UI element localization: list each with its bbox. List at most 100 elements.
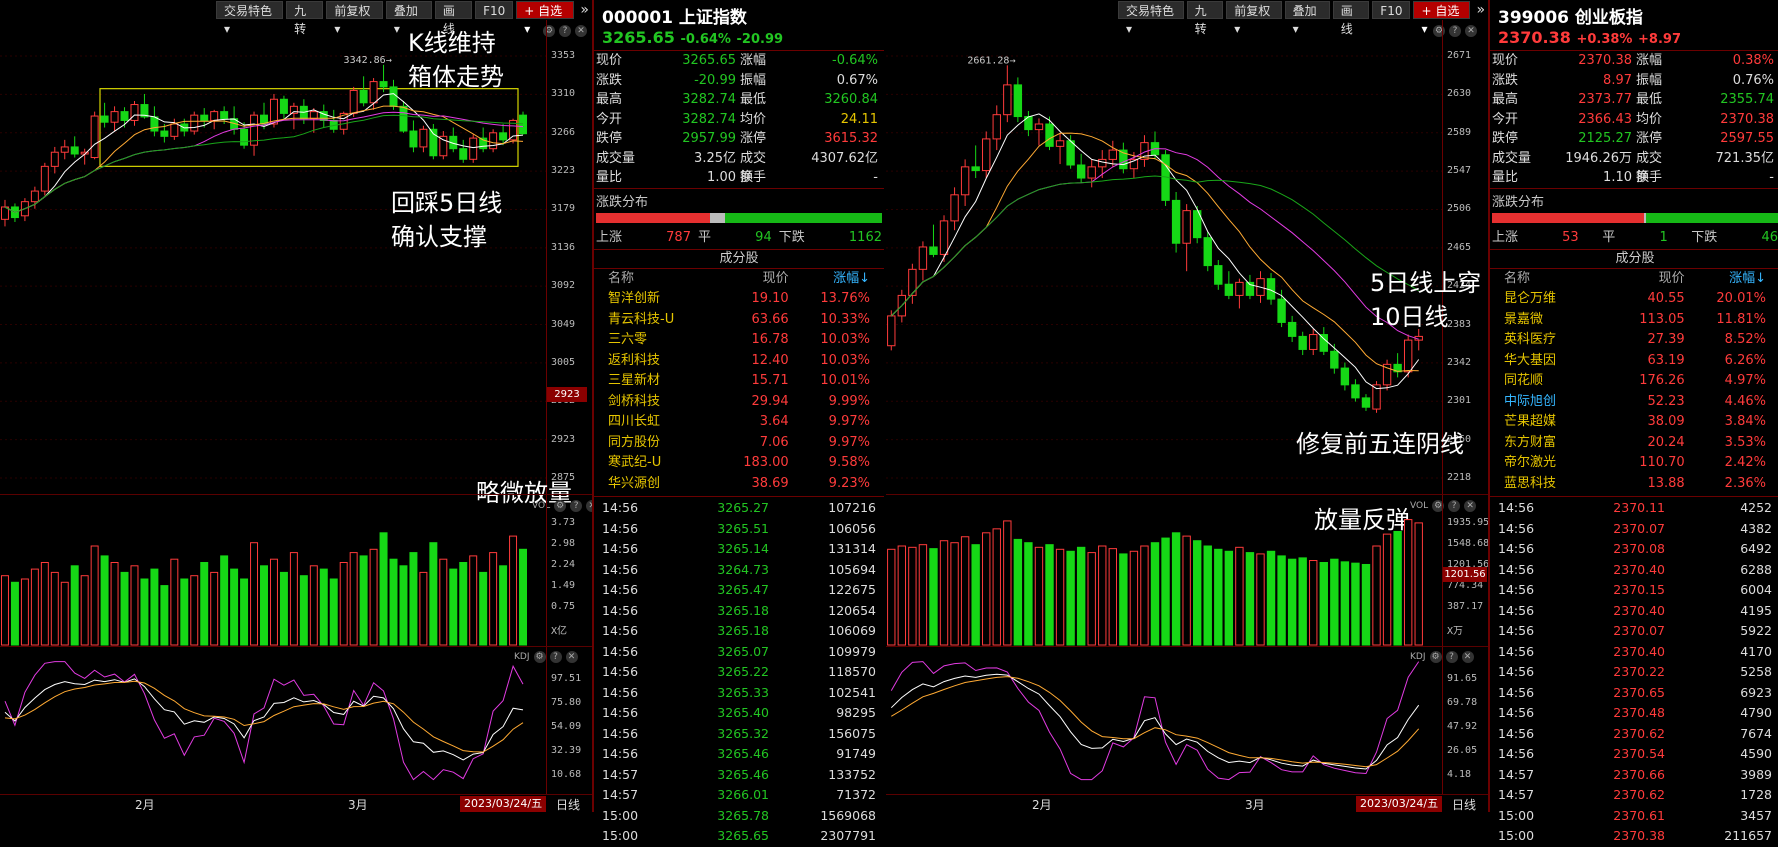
- index-title: 399006 创业板指: [1498, 8, 1643, 28]
- toolbar-trading-features[interactable]: 交易特色 ▾: [216, 1, 284, 36]
- constituent-row[interactable]: 帝尔激光 110.70 2.42%: [1490, 453, 1778, 474]
- toolbar-f10[interactable]: F10: [475, 1, 514, 19]
- index-title: 000001 上证指数: [602, 8, 747, 28]
- constituent-row[interactable]: 返利科技 12.40 10.03%: [594, 351, 884, 372]
- constituent-name: 东方财富: [1504, 434, 1557, 450]
- tick-price: 2370.40: [1613, 561, 1665, 577]
- period-selector[interactable]: 日线: [556, 796, 580, 812]
- volume-tick: 1935.95: [1447, 517, 1488, 528]
- constituent-change: 6.26%: [1724, 352, 1766, 368]
- tick-volume: 106069: [828, 623, 876, 638]
- month-label: 3月: [1245, 798, 1265, 812]
- constituent-row[interactable]: 华大基因 63.19 6.26%: [1490, 351, 1778, 372]
- toolbar-nine-turn[interactable]: 九转: [286, 1, 324, 36]
- tick-price: 2370.66: [1613, 766, 1665, 782]
- quote-value: 24.11: [840, 111, 878, 127]
- right-volume-panel: VOL ⚙? ✕ 1935.95 1548.68 1201.56 774.34 387.17…: [886, 494, 1488, 647]
- volume-bar: [279, 571, 288, 646]
- volume-bar: [1287, 558, 1297, 646]
- constituent-row[interactable]: 四川长虹 3.64 9.97%: [594, 412, 884, 433]
- candle-body: [908, 268, 917, 296]
- constituent-row[interactable]: 青云科技-U 63.66 10.33%: [594, 310, 884, 331]
- right-kdj-axis: 91.65 69.78 47.92 26.05 4.18: [1442, 647, 1488, 795]
- constituent-row[interactable]: 昆仑万维 40.55 20.01%: [1490, 289, 1778, 310]
- toolbar-more-icon[interactable]: »: [1473, 2, 1488, 18]
- tick-price: 2370.07: [1613, 623, 1665, 638]
- tick-time: 14:56: [1498, 500, 1535, 515]
- constituent-row[interactable]: 英科医疗 27.39 8.52%: [1490, 330, 1778, 351]
- toolbar-f10[interactable]: F10: [1372, 1, 1411, 19]
- constituent-row[interactable]: 寒武纪-U 183.00 9.58%: [594, 453, 884, 474]
- quote-label: 换手: [740, 170, 767, 185]
- toolbar-watchlist[interactable]: + 自选 ▾: [516, 1, 575, 36]
- constituent-row[interactable]: 景嘉微 113.05 11.81%: [1490, 310, 1778, 331]
- tick-row: 14:56 2370.22 5258: [1490, 662, 1778, 683]
- constituent-header[interactable]: 名称 现价 涨幅↓: [594, 269, 884, 290]
- volume-bar: [140, 578, 149, 646]
- constituent-row[interactable]: 三六零 16.78 10.03%: [594, 330, 884, 351]
- constituent-name: 华大基因: [1504, 352, 1557, 368]
- constituent-row[interactable]: 华兴源创 38.69 9.23%: [594, 474, 884, 495]
- quote-value: 2373.77: [1578, 92, 1632, 107]
- quote-label: 量比: [596, 170, 623, 185]
- tick-time: 15:00: [602, 828, 639, 843]
- toolbar-fq[interactable]: 前复权 ▾: [1226, 1, 1282, 36]
- high-marker: 3342.86→: [344, 55, 392, 66]
- candle-body: [982, 138, 991, 172]
- candle-body: [1330, 350, 1339, 369]
- volume-bar: [1298, 557, 1307, 646]
- trend-box: [99, 88, 519, 167]
- constituent-row[interactable]: 同花顺 176.26 4.97%: [1490, 371, 1778, 392]
- quote-value: 3.25亿: [694, 150, 736, 166]
- constituent-header[interactable]: 名称 现价 涨幅↓: [1490, 269, 1778, 290]
- tick-row: 14:56 2370.08 6492: [1490, 539, 1778, 560]
- constituent-row[interactable]: 中际旭创 52.23 4.46%: [1490, 392, 1778, 413]
- left-volume-chart: [0, 532, 528, 646]
- tick-price: 2370.48: [1613, 705, 1665, 720]
- constituent-row[interactable]: 同方股份 7.06 9.97%: [594, 433, 884, 454]
- toolbar-more-icon[interactable]: »: [577, 2, 592, 18]
- toolbar-draw[interactable]: 画线: [1332, 1, 1370, 36]
- tick-price: 3265.22: [717, 664, 769, 679]
- toolbar-nine-turn[interactable]: 九转: [1186, 1, 1224, 36]
- tick-time: 14:56: [602, 664, 639, 679]
- volume-bar: [170, 558, 179, 646]
- toolbar-overlay[interactable]: 叠加 ▾: [1284, 1, 1330, 36]
- tick-price: 2370.07: [1613, 520, 1665, 536]
- tick-volume: 1569068: [820, 807, 876, 823]
- constituent-row[interactable]: 东方财富 20.24 3.53%: [1490, 433, 1778, 454]
- price-tick: 3310: [551, 88, 576, 100]
- month-label: 2月: [1032, 798, 1052, 812]
- tick-volume: 98295: [836, 705, 876, 720]
- tick-time: 14:57: [1498, 787, 1535, 802]
- toolbar-watchlist[interactable]: + 自选 ▾: [1413, 1, 1471, 36]
- volume-tick: 3.73: [551, 517, 576, 528]
- candle-body: [1266, 278, 1276, 300]
- candle-body: [1055, 140, 1065, 147]
- candle-body: [1045, 123, 1054, 147]
- price-tick: 2671: [1447, 50, 1472, 61]
- constituent-change: 10.01%: [820, 373, 870, 388]
- constituent-row[interactable]: 三星新材 15.71 10.01%: [594, 371, 884, 392]
- tick-price: 3265.27: [717, 500, 769, 515]
- toolbar-fq[interactable]: 前复权 ▾: [326, 1, 383, 36]
- left-kdj-chart: [4, 661, 524, 781]
- constituent-change: 4.46%: [1724, 393, 1766, 409]
- period-selector[interactable]: 日线: [1452, 796, 1476, 812]
- tick-row: 14:56 3265.40 98295: [594, 703, 884, 724]
- tick-time: 14:56: [1498, 520, 1535, 536]
- toolbar-trading-features[interactable]: 交易特色 ▾: [1118, 1, 1184, 36]
- toolbar-draw[interactable]: 画线: [434, 1, 473, 36]
- constituent-row[interactable]: 剑桥科技 29.94 9.99%: [594, 392, 884, 413]
- volume-bar: [1024, 542, 1033, 646]
- constituent-row[interactable]: 蓝思科技 13.88 2.36%: [1490, 474, 1778, 495]
- volume-bar: [200, 562, 209, 646]
- constituent-row[interactable]: 芒果超媒 38.09 3.84%: [1490, 412, 1778, 433]
- constituent-row[interactable]: 智洋创新 19.10 13.76%: [594, 289, 884, 310]
- tick-volume: 4195: [1740, 602, 1772, 618]
- toolbar-overlay[interactable]: 叠加 ▾: [385, 1, 432, 36]
- tick-price: 2370.54: [1613, 746, 1665, 761]
- quote-value: 3282.74: [682, 111, 736, 127]
- constituent-name: 中际旭创: [1504, 393, 1557, 409]
- candle-body: [30, 190, 39, 203]
